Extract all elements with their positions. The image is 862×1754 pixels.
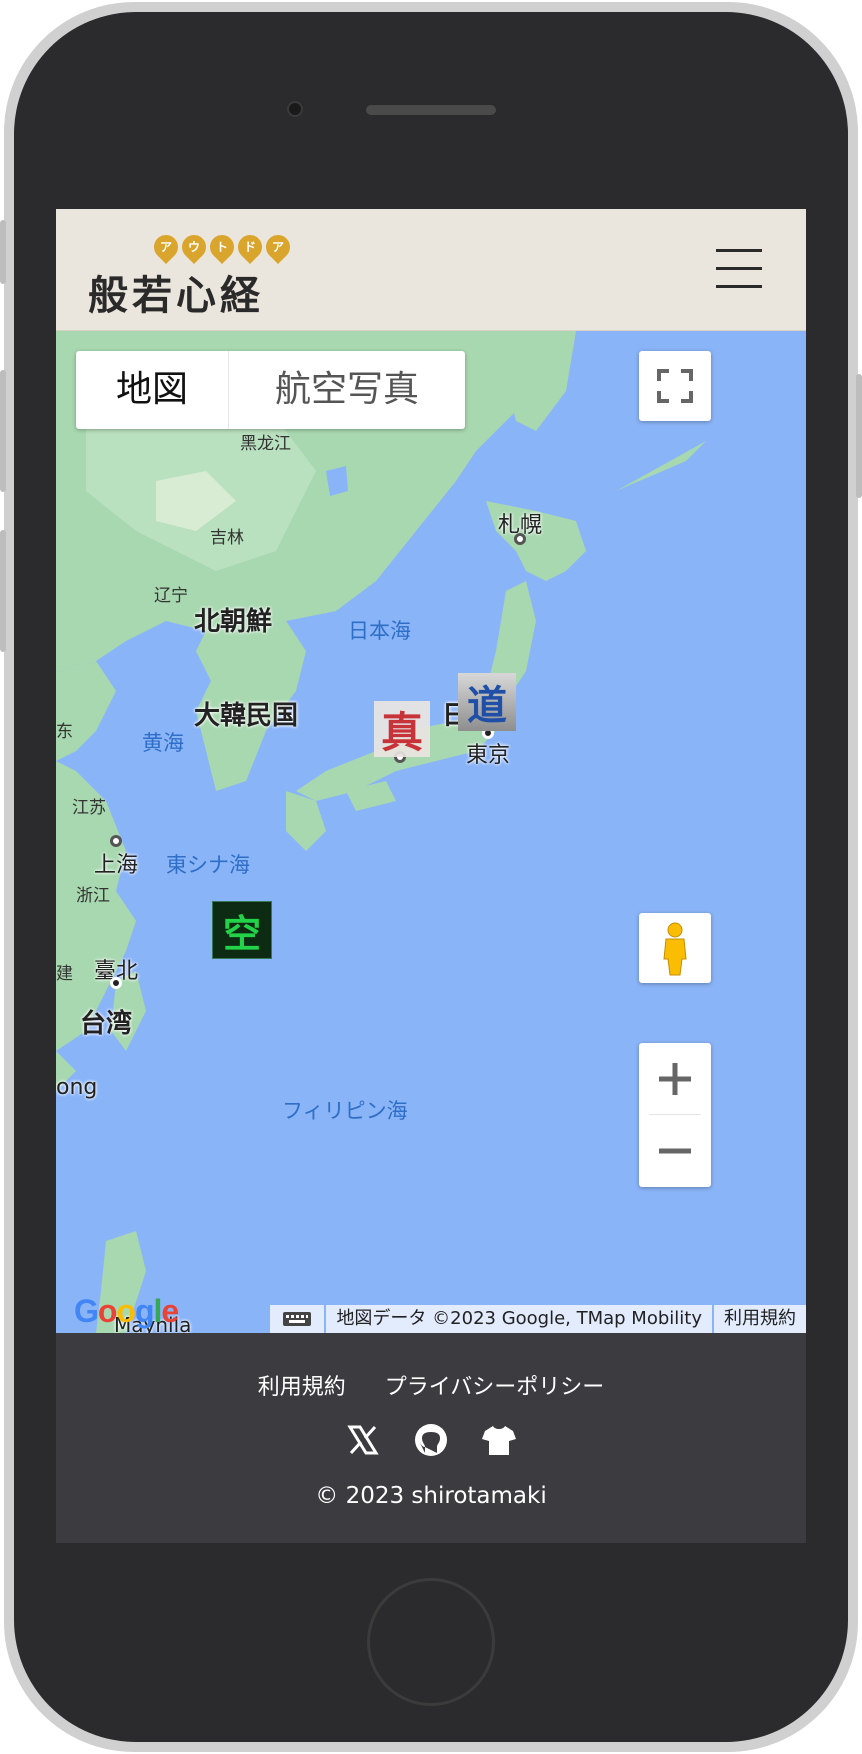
label-hongkong-partial: ong: [56, 1075, 98, 1100]
marker-ku-char: 空: [222, 911, 261, 956]
label-yellow-sea: 黄海: [142, 731, 184, 755]
footer-links: 利用規約 プライバシーポリシー: [56, 1369, 806, 1401]
label-heilongjiang: 黑龙江: [240, 434, 291, 454]
footer-social-icons: [56, 1421, 806, 1459]
pegman-icon: [663, 922, 687, 976]
footer-privacy-link[interactable]: プライバシーポリシー: [385, 1375, 605, 1400]
plus-icon: [659, 1063, 691, 1095]
label-sea-of-japan: 日本海: [348, 619, 411, 643]
zoom-control: [639, 1043, 711, 1187]
github-icon[interactable]: [412, 1421, 450, 1459]
keyboard-shortcuts-button[interactable]: [270, 1305, 325, 1333]
label-shandong-partial: 东: [56, 722, 73, 742]
site-header: ア ウ ト ド ア 般若心経: [56, 209, 806, 331]
marker-shin-char: 真: [380, 707, 423, 757]
map-area[interactable]: 黑龙江 吉林 辽宁 北朝鮮 大韓民国 日本海 黄海 東シナ海 フィリピン海 札幌…: [56, 331, 806, 1333]
label-east-china-sea: 東シナ海: [166, 853, 250, 877]
logo-ruby-char: ウ: [177, 230, 211, 264]
label-zhejiang: 浙江: [76, 886, 110, 906]
street-view-pegman-button[interactable]: [639, 913, 711, 983]
screen: ア ウ ト ド ア 般若心経 黑龙江 吉林 辽宁 北朝鮮 大韓民国 日本海 黄海…: [56, 209, 806, 1543]
logo-ruby-char: ア: [149, 230, 183, 264]
map-attribution: 地図データ ©2023 Google, TMap Mobility 利用規約: [268, 1305, 806, 1333]
footer-terms-link[interactable]: 利用規約: [258, 1375, 346, 1400]
label-jilin: 吉林: [210, 528, 244, 548]
marker-do[interactable]: 道: [458, 673, 516, 731]
map-terms-link[interactable]: 利用規約: [714, 1305, 806, 1333]
footer-copyright: © 2023 shirotamaki: [315, 1483, 547, 1509]
logo-ruby-char: ト: [205, 230, 239, 264]
label-tokyo: 東京: [466, 743, 511, 768]
city-dot-taipei: [110, 977, 122, 989]
label-south-korea: 大韓民国: [194, 701, 299, 731]
front-camera: [287, 101, 303, 117]
city-dot-shanghai: [110, 835, 122, 847]
fullscreen-icon: [657, 369, 693, 403]
tshirt-icon[interactable]: [480, 1421, 518, 1459]
label-north-korea: 北朝鮮: [194, 607, 273, 637]
label-shanghai: 上海: [94, 853, 139, 878]
zoom-in-button[interactable]: [639, 1043, 711, 1115]
power-button: [856, 374, 862, 498]
logo-ruby: ア ウ ト ド ア: [149, 230, 295, 264]
logo-text: 般若心経: [88, 272, 264, 319]
label-fujian-partial: 建: [56, 964, 73, 984]
city-dot-sapporo: [514, 533, 526, 545]
x-icon[interactable]: [344, 1421, 382, 1459]
label-jiangsu: 江苏: [72, 798, 106, 818]
marker-ku[interactable]: 空: [212, 901, 272, 959]
site-logo[interactable]: ア ウ ト ド ア 般若心経: [88, 230, 348, 319]
fullscreen-button[interactable]: [639, 351, 711, 421]
site-footer: 利用規約 プライバシーポリシー © 2023 shirotamaki: [56, 1333, 806, 1543]
map-type-satellite-button[interactable]: 航空写真: [228, 351, 465, 429]
map-type-control: 地図 航空写真: [76, 351, 466, 429]
map-data-attribution[interactable]: 地図データ ©2023 Google, TMap Mobility: [326, 1305, 712, 1333]
earpiece-speaker: [365, 104, 497, 116]
marker-shin[interactable]: 真: [374, 701, 430, 757]
label-taiwan: 台湾: [80, 1009, 133, 1039]
zoom-out-button[interactable]: [639, 1115, 711, 1187]
mute-switch: [0, 220, 6, 284]
map-type-map-button[interactable]: 地図: [76, 351, 228, 429]
home-button[interactable]: [367, 1578, 495, 1706]
minus-icon: [659, 1148, 691, 1154]
logo-ruby-char: ド: [233, 230, 267, 264]
hamburger-menu-icon[interactable]: [716, 247, 762, 289]
marker-do-char: 道: [467, 682, 507, 729]
volume-up-button: [0, 370, 6, 492]
volume-down-button: [0, 530, 6, 652]
logo-ruby-char: ア: [261, 230, 295, 264]
google-logo[interactable]: Google: [74, 1293, 179, 1330]
label-liaoning: 辽宁: [154, 586, 188, 606]
label-philippine-sea: フィリピン海: [282, 1099, 408, 1123]
keyboard-icon: [283, 1312, 312, 1326]
